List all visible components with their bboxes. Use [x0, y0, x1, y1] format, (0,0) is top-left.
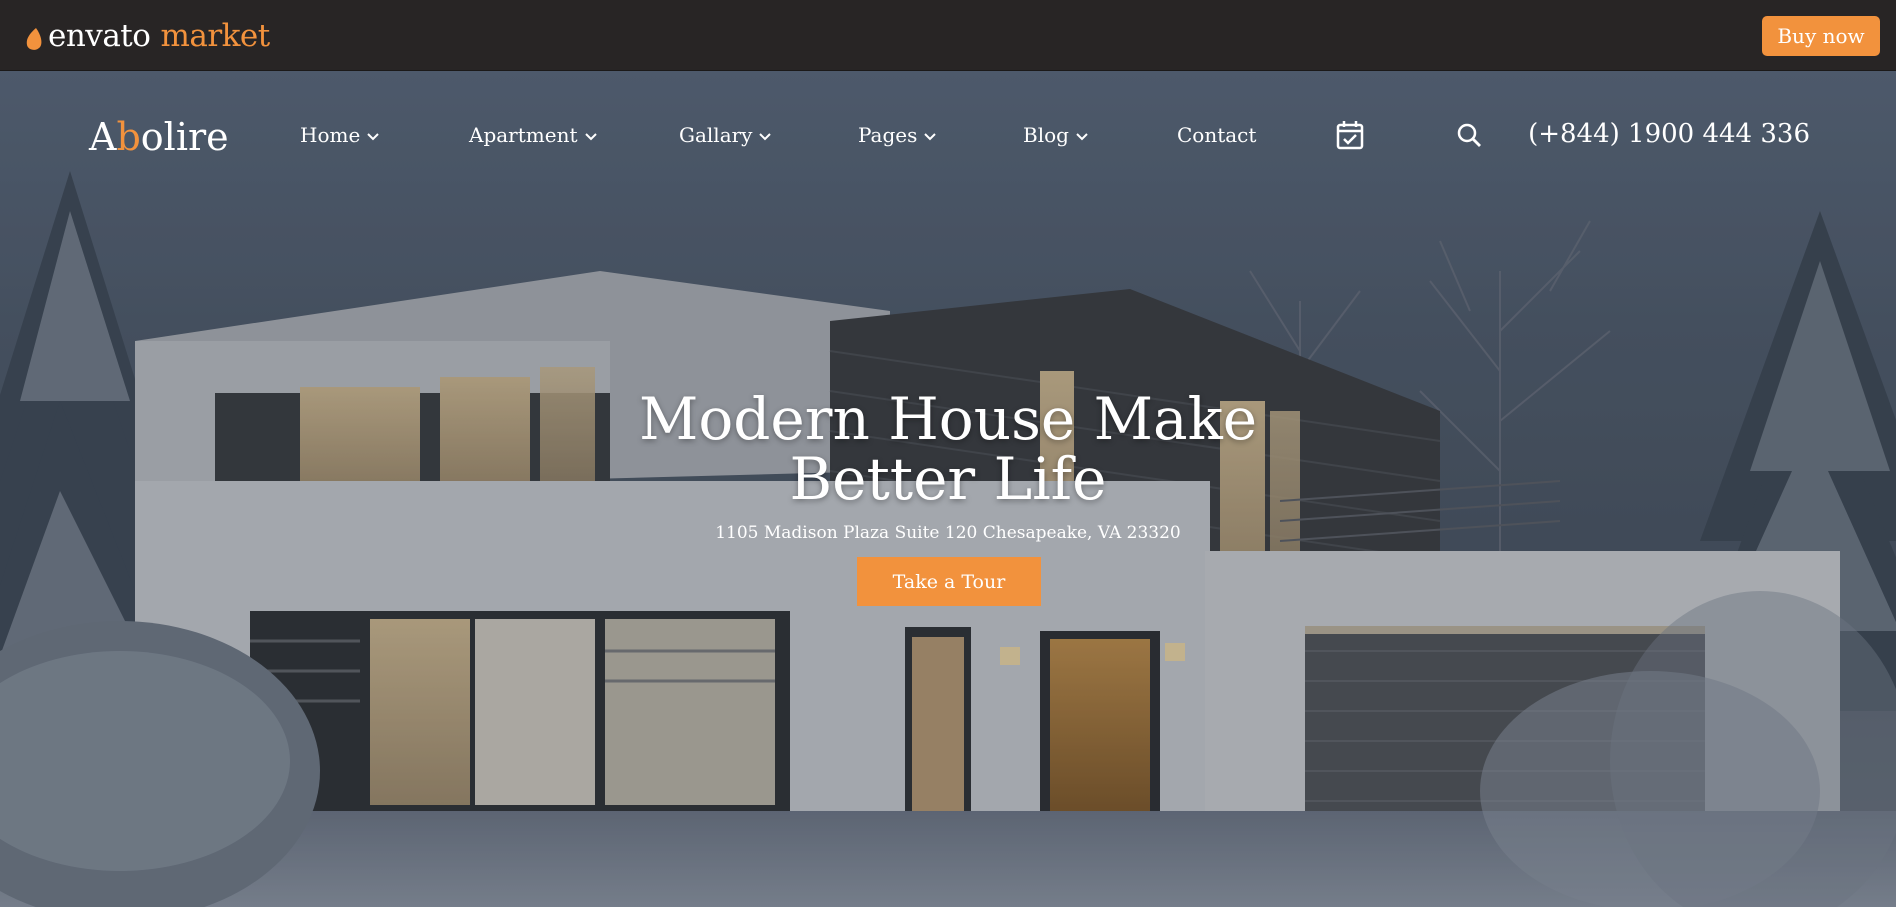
- calendar-check-icon: [1336, 121, 1364, 150]
- hero-title: Modern House Make Better Life: [0, 389, 1896, 509]
- envato-market-logo[interactable]: envato market: [24, 16, 270, 56]
- nav-item-label: Pages: [858, 123, 918, 147]
- site-logo-accent: b: [116, 115, 141, 159]
- search-button[interactable]: [1453, 119, 1485, 151]
- hero-title-line-1: Modern House Make: [638, 385, 1258, 453]
- hero-address: 1105 Madison Plaza Suite 120 Chesapeake,…: [715, 523, 1181, 543]
- nav-item-apartment[interactable]: Apartment: [469, 123, 598, 147]
- search-icon: [1457, 123, 1481, 147]
- nav-item-contact[interactable]: Contact: [1177, 123, 1256, 147]
- hero-title-line-2: Better Life: [789, 445, 1107, 513]
- nav-item-pages[interactable]: Pages: [858, 123, 937, 147]
- chevron-down-icon: [367, 133, 380, 141]
- chevron-down-icon: [584, 133, 597, 141]
- nav-item-label: Gallary: [679, 123, 753, 147]
- envato-logo-text: envato: [48, 18, 151, 54]
- site-logo-rest: olire: [140, 115, 229, 159]
- nav-item-gallary[interactable]: Gallary: [679, 123, 772, 147]
- take-a-tour-button[interactable]: Take a Tour: [857, 557, 1041, 606]
- buy-now-button[interactable]: Buy now: [1762, 16, 1880, 56]
- envato-leaf-icon: [26, 28, 42, 50]
- envato-logo-market: market: [160, 18, 270, 54]
- hero-section: Abolire Home Apartment Gallary Pages Blo…: [0, 71, 1896, 907]
- nav-item-label: Home: [300, 123, 361, 147]
- site-logo[interactable]: Abolire: [89, 115, 229, 159]
- chevron-down-icon: [1076, 133, 1088, 141]
- nav-item-blog[interactable]: Blog: [1023, 123, 1089, 147]
- chevron-down-icon: [759, 133, 772, 141]
- nav-item-home[interactable]: Home: [300, 123, 380, 147]
- envato-topbar: envato market Buy now: [0, 0, 1896, 71]
- nav-item-label: Contact: [1177, 123, 1257, 147]
- nav-item-label: Blog: [1023, 123, 1069, 147]
- booking-calendar-button[interactable]: [1334, 119, 1366, 151]
- nav-item-label: Apartment: [469, 123, 578, 147]
- site-logo-first: A: [89, 115, 117, 159]
- chevron-down-icon: [924, 133, 937, 141]
- phone-number[interactable]: (+844) 1900 444 336: [1528, 119, 1810, 149]
